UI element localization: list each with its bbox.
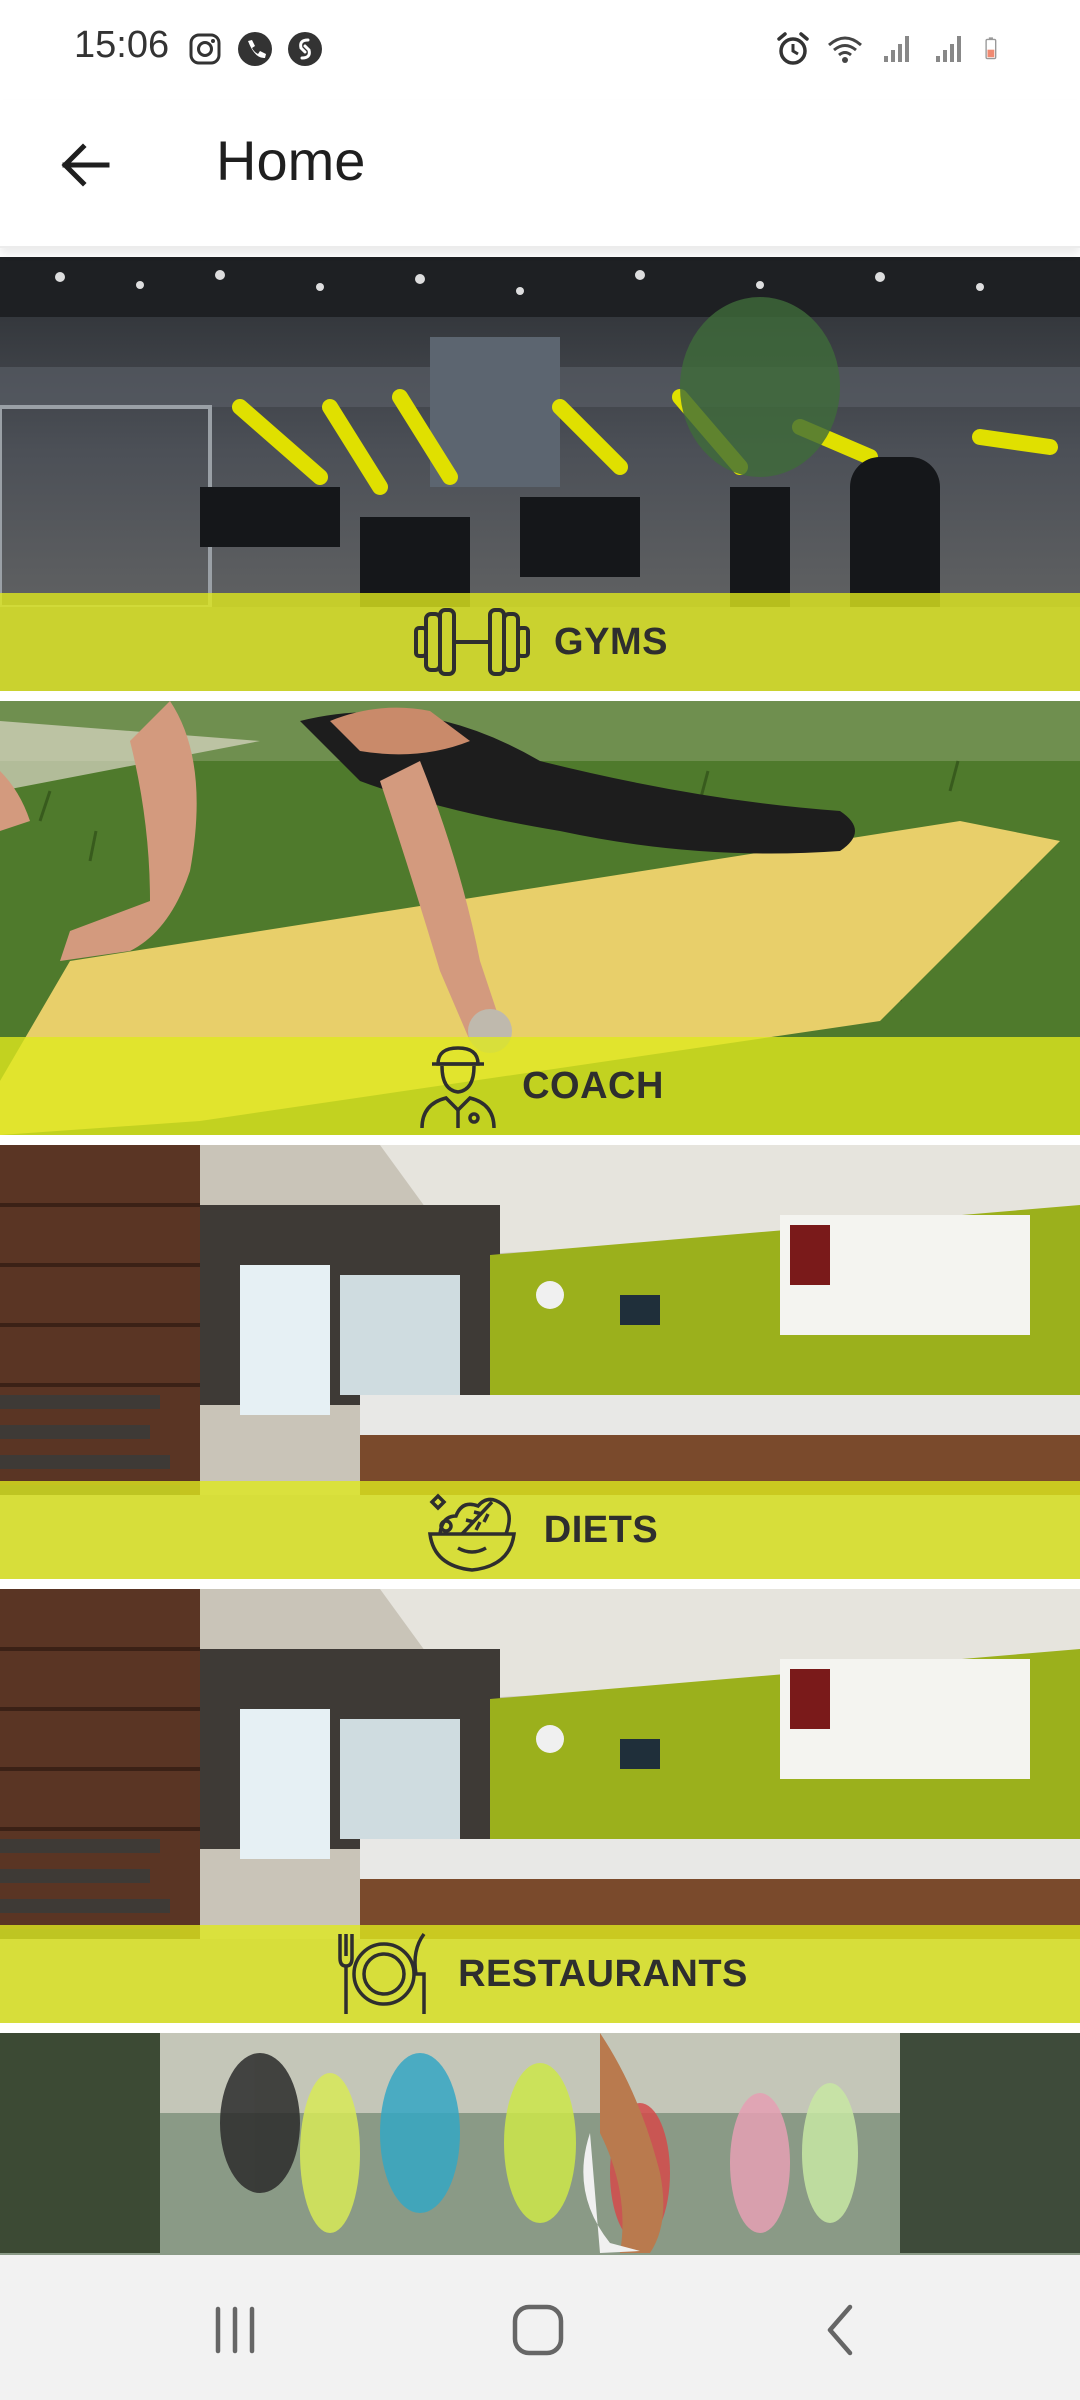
back-icon[interactable] <box>806 2295 876 2365</box>
battery-low-icon <box>985 37 997 60</box>
category-label: COACH <box>522 1064 664 1107</box>
dumbbell-icon <box>414 608 531 676</box>
category-card-diets[interactable]: DIETS <box>0 1145 1080 1579</box>
page-title: Home <box>216 129 366 192</box>
status-time: 15:06 <box>74 24 170 66</box>
category-list[interactable]: GYMS COACH DIETS RESTAURANTS <box>0 257 1080 2255</box>
category-card-restaurants[interactable]: RESTAURANTS <box>0 1589 1080 2023</box>
fork-plate-knife-icon <box>338 1932 426 2014</box>
notification-icons <box>186 30 324 68</box>
coach-icon <box>420 1046 496 1129</box>
status-bar: 15:06 <box>0 0 1080 100</box>
system-nav-bar <box>0 2255 1080 2400</box>
instagram-icon <box>189 33 221 65</box>
category-label: RESTAURANTS <box>458 1952 748 1995</box>
signal-icon <box>884 36 909 62</box>
alarm-icon <box>777 32 809 65</box>
salad-bowl-icon <box>427 1493 516 1572</box>
category-card-coach[interactable]: COACH <box>0 701 1080 1135</box>
category-label: GYMS <box>554 620 668 663</box>
phone-icon <box>238 32 272 66</box>
app-bar: Home <box>0 100 1080 248</box>
system-status-icons <box>774 30 1008 68</box>
back-button[interactable] <box>44 124 126 206</box>
running-photo <box>0 2033 1080 2255</box>
category-band: GYMS <box>0 593 1080 691</box>
shazam-icon <box>288 32 322 66</box>
home-icon[interactable] <box>503 2295 573 2365</box>
arrow-left-icon <box>61 143 110 187</box>
recents-icon[interactable] <box>200 2295 270 2365</box>
category-card-gyms[interactable]: GYMS <box>0 257 1080 691</box>
wifi-icon <box>828 36 862 63</box>
category-band: DIETS <box>0 1481 1080 1579</box>
category-card-running[interactable] <box>0 2033 1080 2255</box>
category-band: COACH <box>0 1037 1080 1135</box>
category-label: DIETS <box>543 1508 659 1551</box>
signal-icon <box>936 36 961 62</box>
category-band: RESTAURANTS <box>0 1925 1080 2023</box>
